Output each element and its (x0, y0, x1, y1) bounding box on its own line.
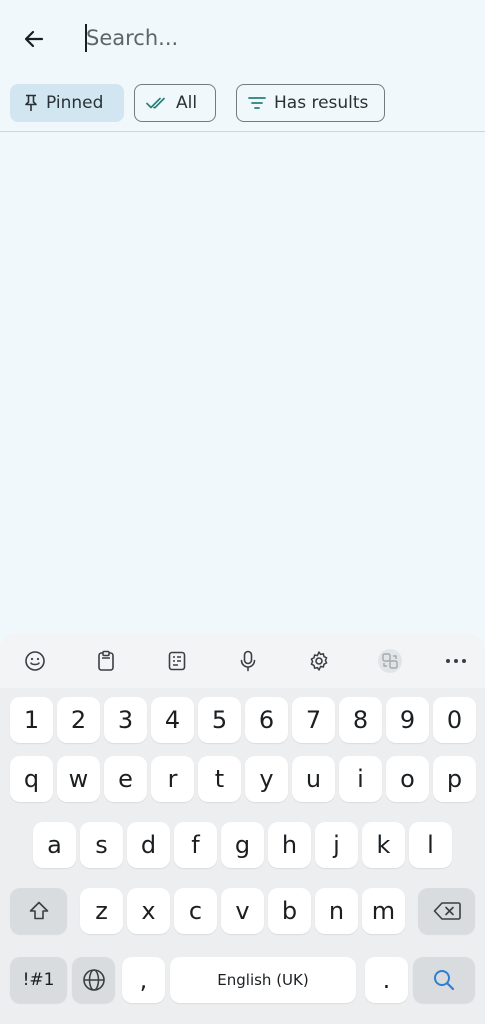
key-a[interactable]: a (33, 822, 76, 868)
key-2[interactable]: 2 (57, 697, 100, 743)
backspace-key[interactable] (418, 888, 475, 934)
key-l[interactable]: l (409, 822, 452, 868)
shift-key[interactable] (10, 888, 67, 934)
key-5[interactable]: 5 (198, 697, 241, 743)
double-check-icon (146, 97, 165, 109)
language-key[interactable] (72, 957, 115, 1003)
soft-keyboard: 1 2 3 4 5 6 7 8 9 0 q w e r t y u i o p … (0, 634, 485, 1024)
key-g[interactable]: g (221, 822, 264, 868)
key-4[interactable]: 4 (151, 697, 194, 743)
filter-lines-icon (248, 97, 266, 109)
key-s[interactable]: s (80, 822, 123, 868)
key-p[interactable]: p (433, 756, 476, 802)
key-c[interactable]: c (174, 888, 217, 934)
key-q[interactable]: q (10, 756, 53, 802)
key-e[interactable]: e (104, 756, 147, 802)
key-b[interactable]: b (268, 888, 311, 934)
filter-chips: Pinned All Has results (0, 84, 485, 124)
search-input[interactable] (84, 18, 464, 58)
key-6[interactable]: 6 (245, 697, 288, 743)
filter-chip-pinned[interactable]: Pinned (10, 84, 124, 122)
key-7[interactable]: 7 (292, 697, 335, 743)
key-n[interactable]: n (315, 888, 358, 934)
key-o[interactable]: o (386, 756, 429, 802)
translate-icon (378, 649, 402, 673)
filter-chip-label: Has results (274, 93, 369, 113)
key-i[interactable]: i (339, 756, 382, 802)
text-extract-icon (168, 651, 186, 671)
more-options-button[interactable] (440, 646, 472, 676)
emoji-icon (25, 651, 45, 671)
key-1[interactable]: 1 (10, 697, 53, 743)
backspace-icon (433, 902, 461, 920)
back-button[interactable] (14, 20, 54, 58)
keyboard-settings-button[interactable] (303, 646, 335, 676)
key-v[interactable]: v (221, 888, 264, 934)
pin-icon (25, 94, 37, 111)
filter-chip-label: Pinned (46, 93, 104, 113)
results-area (0, 132, 485, 634)
settings-icon (310, 651, 328, 671)
top-bar (0, 0, 485, 78)
key-z[interactable]: z (80, 888, 123, 934)
key-u[interactable]: u (292, 756, 335, 802)
clipboard-icon (98, 650, 114, 671)
key-h[interactable]: h (268, 822, 311, 868)
key-9[interactable]: 9 (386, 697, 429, 743)
comma-key[interactable]: , (122, 957, 165, 1003)
filter-chip-label: All (176, 93, 198, 113)
search-icon (434, 970, 455, 991)
key-y[interactable]: y (245, 756, 288, 802)
key-r[interactable]: r (151, 756, 194, 802)
key-3[interactable]: 3 (104, 697, 147, 743)
microphone-icon (240, 650, 256, 672)
filter-chip-all[interactable]: All (134, 84, 216, 122)
more-icon (446, 659, 466, 663)
search-key[interactable] (413, 957, 475, 1003)
key-k[interactable]: k (362, 822, 405, 868)
voice-input-button[interactable] (232, 646, 264, 676)
text-cursor (85, 24, 87, 52)
key-0[interactable]: 0 (433, 697, 476, 743)
filter-chip-has-results[interactable]: Has results (236, 84, 385, 122)
globe-icon (82, 969, 105, 991)
key-d[interactable]: d (127, 822, 170, 868)
key-w[interactable]: w (57, 756, 100, 802)
clipboard-button[interactable] (90, 646, 122, 676)
key-f[interactable]: f (174, 822, 217, 868)
arrow-left-icon (24, 30, 44, 48)
space-bar[interactable]: English (UK) (170, 957, 356, 1003)
key-8[interactable]: 8 (339, 697, 382, 743)
emoji-button[interactable] (19, 646, 51, 676)
translate-button[interactable] (374, 646, 406, 676)
key-m[interactable]: m (362, 888, 405, 934)
key-t[interactable]: t (198, 756, 241, 802)
search-field[interactable] (84, 18, 464, 58)
shift-icon (29, 901, 48, 920)
key-x[interactable]: x (127, 888, 170, 934)
text-extract-button[interactable] (161, 646, 193, 676)
symbols-key[interactable]: !#1 (10, 957, 67, 1003)
period-key[interactable]: . (365, 957, 408, 1003)
keyboard-toolbar (0, 634, 485, 688)
key-j[interactable]: j (315, 822, 358, 868)
